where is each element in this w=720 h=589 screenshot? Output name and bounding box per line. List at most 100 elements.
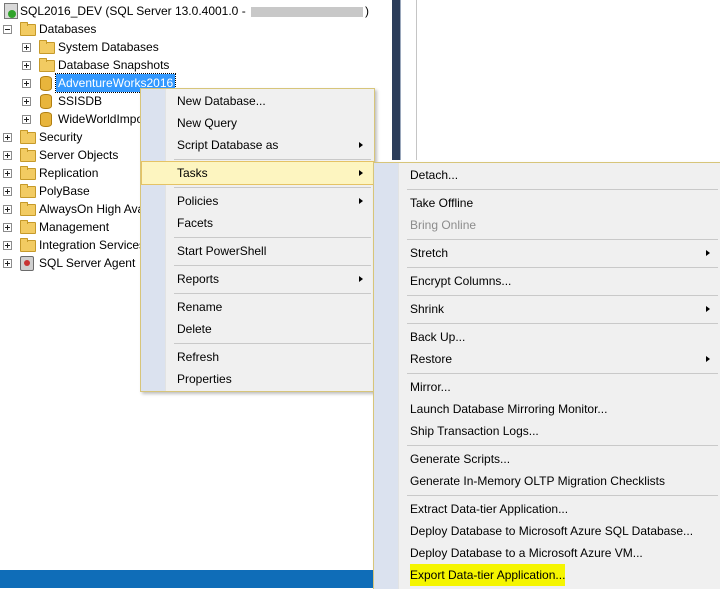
database-icon: [40, 112, 52, 127]
task-stretch[interactable]: Stretch: [375, 242, 720, 264]
menu-item-reports[interactable]: Reports: [142, 268, 373, 290]
tree-node-database-snapshots[interactable]: Database Snapshots: [0, 56, 360, 74]
task-back-up[interactable]: Back Up...: [375, 326, 720, 348]
menu-item-properties[interactable]: Properties: [142, 368, 373, 390]
expand-toggle[interactable]: [3, 187, 12, 196]
folder-icon: [20, 202, 36, 216]
task-generate-oltp-checklists[interactable]: Generate In-Memory OLTP Migration Checkl…: [375, 470, 720, 492]
menu-separator: [174, 265, 371, 266]
folder-icon: [20, 184, 36, 198]
folder-icon: [39, 40, 55, 54]
task-bring-online: Bring Online: [410, 218, 477, 232]
expand-toggle[interactable]: [3, 259, 12, 268]
document-area: [416, 0, 720, 160]
tasks-submenu: Detach... Take Offline Bring Online Stre…: [373, 162, 720, 589]
submenu-arrow-icon: [359, 170, 363, 176]
menu-item-tasks[interactable]: Tasks: [141, 161, 374, 185]
menu-separator: [174, 237, 371, 238]
server-node[interactable]: SQL2016_DEV (SQL Server 13.0.4001.0 - ): [0, 2, 369, 20]
task-launch-mirroring-monitor[interactable]: Launch Database Mirroring Monitor...: [375, 398, 720, 420]
folder-icon: [39, 58, 55, 72]
task-shrink[interactable]: Shrink: [375, 298, 720, 320]
folder-icon: [20, 166, 36, 180]
collapse-toggle[interactable]: [3, 25, 12, 34]
expand-toggle[interactable]: [3, 241, 12, 250]
task-encrypt-columns[interactable]: Encrypt Columns...: [375, 270, 720, 292]
task-mirror[interactable]: Mirror...: [375, 376, 720, 398]
database-icon: [40, 76, 52, 91]
tree-node-label: PolyBase: [39, 184, 90, 198]
tree-node-label: SQL Server Agent: [39, 256, 136, 270]
menu-item-refresh[interactable]: Refresh: [142, 346, 373, 368]
server-name: SQL2016_DEV (SQL Server 13.0.4001.0 -: [20, 4, 250, 18]
menu-separator: [174, 187, 371, 188]
task-extract-data-tier-app[interactable]: Extract Data-tier Application...: [375, 498, 720, 520]
tree-node-databases[interactable]: Databases: [0, 20, 360, 38]
expand-toggle[interactable]: [22, 79, 31, 88]
folder-icon: [20, 130, 36, 144]
server-name-suffix: ): [365, 4, 370, 18]
panel-splitter[interactable]: [392, 0, 400, 160]
expand-toggle[interactable]: [3, 169, 12, 178]
expand-toggle[interactable]: [22, 43, 31, 52]
menu-separator: [407, 445, 718, 446]
expand-toggle[interactable]: [22, 115, 31, 124]
task-generate-scripts[interactable]: Generate Scripts...: [375, 448, 720, 470]
tree-node-label: Integration Services: [39, 238, 146, 252]
menu-item-delete[interactable]: Delete: [142, 318, 373, 340]
task-restore[interactable]: Restore: [375, 348, 720, 370]
submenu-arrow-icon: [706, 250, 710, 256]
menu-item-rename[interactable]: Rename: [142, 296, 373, 318]
menu-separator: [407, 323, 718, 324]
menu-item-new-query[interactable]: New Query: [142, 112, 373, 134]
tree-node-label: Replication: [39, 166, 99, 180]
tree-node-label: WideWorldImpo: [58, 112, 144, 126]
expand-toggle[interactable]: [3, 205, 12, 214]
task-deploy-azure-vm[interactable]: Deploy Database to a Microsoft Azure VM.…: [375, 542, 720, 564]
menu-item-new-database[interactable]: New Database...: [142, 90, 373, 112]
menu-item-script-database-as[interactable]: Script Database as: [142, 134, 373, 156]
expand-toggle[interactable]: [3, 151, 12, 160]
tree-node-label: Database Snapshots: [58, 58, 170, 72]
menu-separator: [174, 343, 371, 344]
task-export-data-tier-app[interactable]: Export Data-tier Application...: [375, 564, 720, 586]
expand-toggle[interactable]: [22, 97, 31, 106]
submenu-arrow-icon: [359, 198, 363, 204]
menu-separator: [174, 159, 371, 160]
tree-node-label: AlwaysOn High Ava: [39, 202, 145, 216]
menu-separator: [407, 295, 718, 296]
folder-icon: [20, 148, 36, 162]
menu-separator: [407, 267, 718, 268]
expand-toggle[interactable]: [22, 61, 31, 70]
menu-separator: [407, 189, 718, 190]
task-deploy-azure-sql-database[interactable]: Deploy Database to Microsoft Azure SQL D…: [375, 520, 720, 542]
menu-separator: [407, 239, 718, 240]
panel-gap: [400, 0, 417, 160]
tree-node-label: Security: [39, 130, 83, 144]
folder-icon: [20, 238, 36, 252]
submenu-arrow-icon: [706, 356, 710, 362]
expand-toggle[interactable]: [3, 133, 12, 142]
menu-item-start-powershell[interactable]: Start PowerShell: [142, 240, 373, 262]
menu-separator: [407, 373, 718, 374]
menu-separator: [407, 495, 718, 496]
server-icon: [4, 3, 18, 19]
folder-icon: [20, 220, 36, 234]
database-context-menu: New Database... New Query Script Databas…: [140, 88, 375, 392]
tree-node-system-databases[interactable]: System Databases: [0, 38, 360, 56]
menu-separator: [174, 293, 371, 294]
menu-item-facets[interactable]: Facets: [142, 212, 373, 234]
submenu-arrow-icon: [359, 276, 363, 282]
tree-node-label: SSISDB: [58, 94, 103, 108]
task-take-offline[interactable]: Take Offline: [375, 192, 720, 214]
folder-icon: [20, 22, 36, 36]
redacted-block: [251, 6, 364, 17]
database-icon: [40, 94, 52, 109]
task-detach[interactable]: Detach...: [375, 164, 720, 186]
submenu-arrow-icon: [359, 142, 363, 148]
expand-toggle[interactable]: [3, 223, 12, 232]
tree-node-label: Databases: [39, 22, 97, 36]
tree-node-label: Management: [39, 220, 110, 234]
menu-item-policies[interactable]: Policies: [142, 190, 373, 212]
task-ship-transaction-logs[interactable]: Ship Transaction Logs...: [375, 420, 720, 442]
